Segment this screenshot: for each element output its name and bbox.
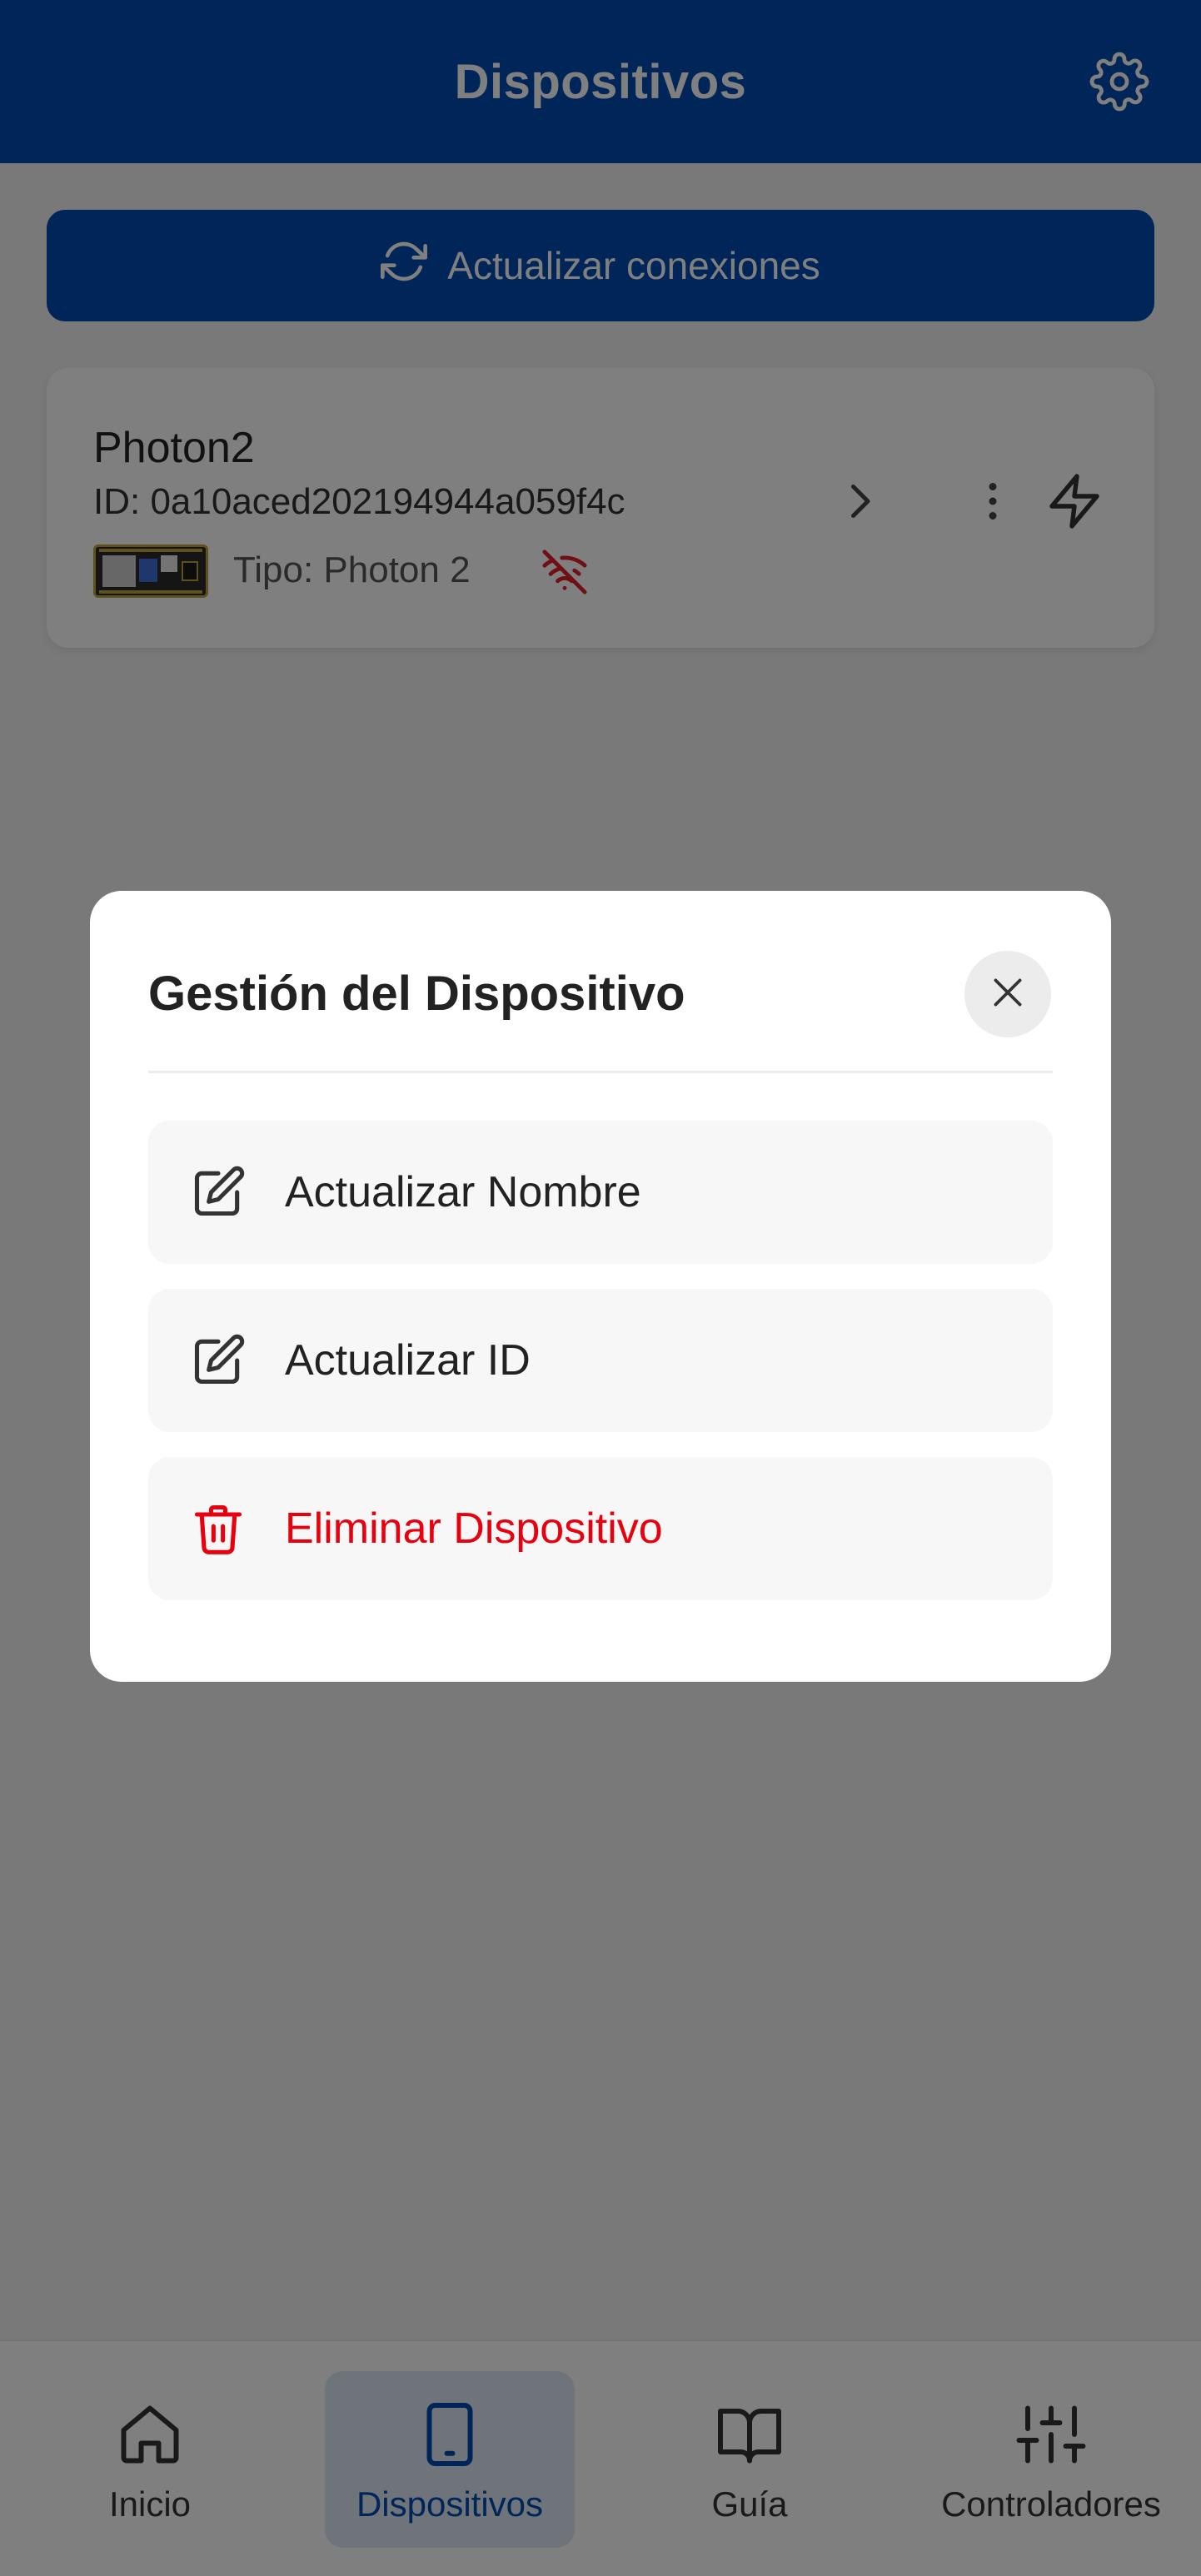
device-management-dialog: Gestión del Dispositivo Actualizar Nombr… (90, 891, 1111, 1682)
update-name-button[interactable]: Actualizar Nombre (148, 1121, 1053, 1264)
close-button[interactable] (964, 951, 1051, 1037)
trash-icon (188, 1499, 248, 1559)
edit-icon (188, 1330, 248, 1390)
option-label: Eliminar Dispositivo (285, 1504, 663, 1553)
dialog-title: Gestión del Dispositivo (148, 967, 685, 1021)
edit-icon (188, 1162, 248, 1222)
option-label: Actualizar Nombre (285, 1168, 641, 1216)
close-icon (987, 972, 1029, 1017)
delete-device-button[interactable]: Eliminar Dispositivo (148, 1457, 1053, 1600)
divider (148, 1071, 1053, 1073)
update-id-button[interactable]: Actualizar ID (148, 1289, 1053, 1432)
option-label: Actualizar ID (285, 1336, 531, 1385)
